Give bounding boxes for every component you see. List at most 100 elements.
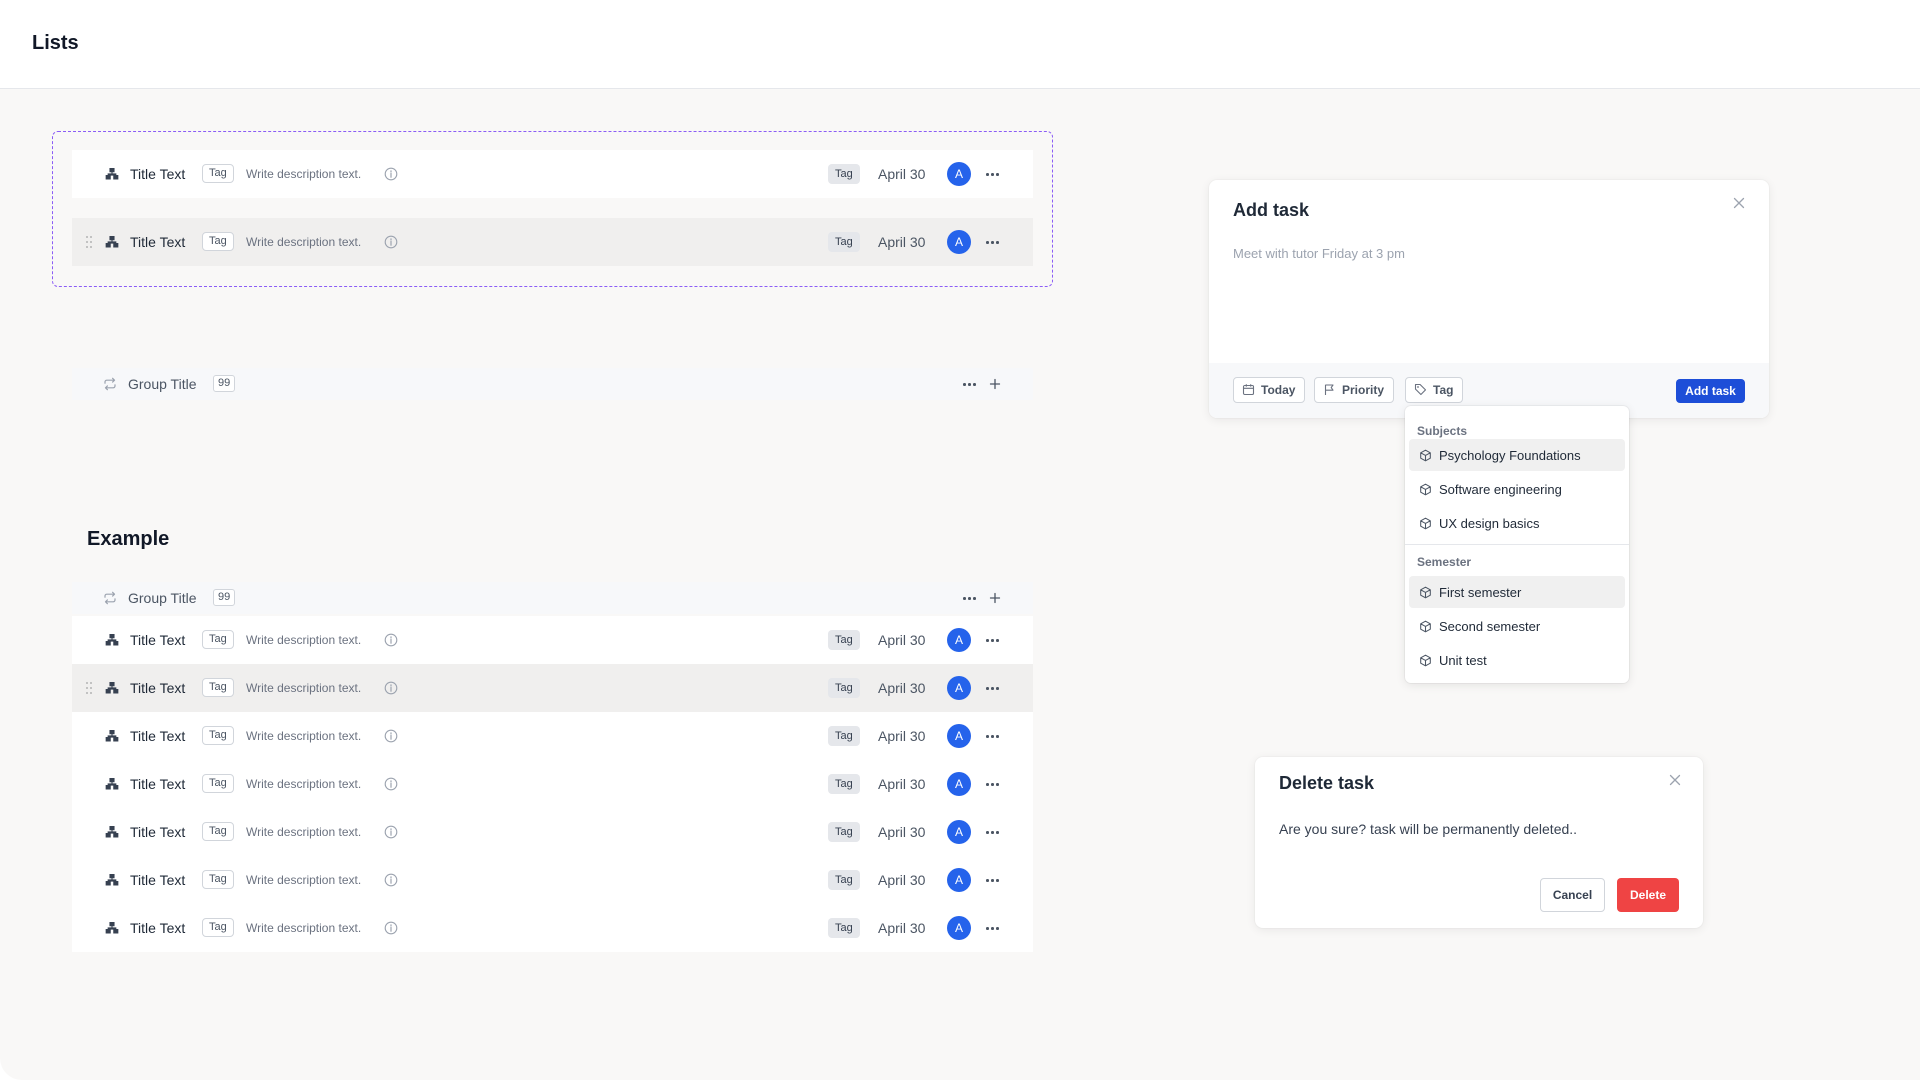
row-badge[interactable]: Tag [828, 232, 860, 252]
info-icon[interactable] [384, 167, 398, 181]
row-description: Write description text. [246, 921, 362, 935]
info-icon[interactable] [384, 921, 398, 935]
row-badge[interactable]: Tag [828, 822, 860, 842]
task-name-input[interactable] [1233, 246, 1733, 261]
info-icon[interactable] [384, 825, 398, 839]
more-horizontal-icon[interactable] [986, 634, 1000, 646]
avatar[interactable]: A [947, 820, 971, 844]
row-date[interactable]: April 30 [878, 234, 925, 250]
dropdown-item[interactable]: Software engineering [1409, 473, 1625, 505]
list-row[interactable]: Title Text Tag Write description text. Tag A… [72, 664, 1033, 712]
list-row[interactable]: Title Text Tag Write description text. Tag A… [72, 856, 1033, 904]
row-tag[interactable]: Tag [202, 630, 234, 649]
drag-handle[interactable] [86, 236, 92, 248]
add-task-button[interactable]: Add task [1676, 379, 1745, 403]
more-horizontal-icon[interactable] [986, 874, 1000, 886]
dropdown-item[interactable]: UX design basics [1409, 507, 1625, 539]
row-badge[interactable]: Tag [828, 726, 860, 746]
info-icon[interactable] [384, 729, 398, 743]
group-header[interactable]: Group Title 99 [72, 582, 1033, 614]
row-badge[interactable]: Tag [828, 918, 860, 938]
row-title: Title Text [130, 824, 186, 840]
priority-chip[interactable]: Priority [1314, 377, 1395, 403]
list-row[interactable]: Title Text Tag Write description text. Tag A… [72, 150, 1033, 198]
hierarchy-icon [105, 633, 119, 647]
more-horizontal-icon[interactable] [986, 922, 1000, 934]
dropdown-item-label: Second semester [1439, 619, 1541, 634]
row-description: Write description text. [246, 777, 362, 791]
more-horizontal-icon[interactable] [986, 682, 1000, 694]
row-badge[interactable]: Tag [828, 164, 860, 184]
avatar[interactable]: A [947, 628, 971, 652]
close-icon[interactable] [1732, 196, 1746, 210]
avatar[interactable]: A [947, 916, 971, 940]
cancel-button[interactable]: Cancel [1540, 878, 1605, 912]
row-tag[interactable]: Tag [202, 678, 234, 697]
info-icon[interactable] [384, 873, 398, 887]
avatar[interactable]: A [947, 868, 971, 892]
row-badge[interactable]: Tag [828, 774, 860, 794]
list-row[interactable]: Title Text Tag Write description text. Tag A… [72, 712, 1033, 760]
row-badge[interactable]: Tag [828, 630, 860, 650]
info-icon[interactable] [384, 235, 398, 249]
list-row[interactable]: Title Text Tag Write description text. Tag A… [72, 218, 1033, 266]
delete-task-modal: Delete task Are you sure? task will be p… [1255, 757, 1703, 928]
row-date[interactable]: April 30 [878, 920, 925, 936]
list-row[interactable]: Title Text Tag Write description text. Tag A… [72, 904, 1033, 952]
list-row[interactable]: Title Text Tag Write description text. Tag A… [72, 616, 1033, 664]
row-tag[interactable]: Tag [202, 232, 234, 251]
add-task-modal: Add task Today Priority Tag Add task [1209, 180, 1769, 418]
info-icon[interactable] [384, 681, 398, 695]
more-horizontal-icon[interactable] [986, 826, 1000, 838]
row-description: Write description text. [246, 633, 362, 647]
cube-icon [1419, 449, 1432, 462]
delete-button[interactable]: Delete [1617, 878, 1679, 912]
dropdown-item-label: First semester [1439, 585, 1522, 600]
row-tag[interactable]: Tag [202, 774, 234, 793]
today-chip[interactable]: Today [1233, 377, 1306, 403]
row-date[interactable]: April 30 [878, 872, 925, 888]
priority-chip-label: Priority [1342, 383, 1385, 397]
avatar[interactable]: A [947, 230, 971, 254]
row-date[interactable]: April 30 [878, 776, 925, 792]
list-row[interactable]: Title Text Tag Write description text. Tag A… [72, 808, 1033, 856]
row-date[interactable]: April 30 [878, 166, 925, 182]
row-badge[interactable]: Tag [828, 678, 860, 698]
group-header[interactable]: Group Title 99 [72, 368, 1033, 400]
row-date[interactable]: April 30 [878, 680, 925, 696]
info-icon[interactable] [384, 777, 398, 791]
list-row[interactable]: Title Text Tag Write description text. Tag A… [72, 760, 1033, 808]
cube-icon [1419, 586, 1432, 599]
row-tag[interactable]: Tag [202, 822, 234, 841]
row-tag[interactable]: Tag [202, 870, 234, 889]
dropdown-item[interactable]: First semester [1409, 576, 1625, 608]
tag-chip[interactable]: Tag [1405, 377, 1464, 403]
more-horizontal-icon[interactable] [986, 730, 1000, 742]
row-tag[interactable]: Tag [202, 918, 234, 937]
row-date[interactable]: April 30 [878, 824, 925, 840]
dropdown-item[interactable]: Second semester [1409, 610, 1625, 642]
avatar[interactable]: A [947, 724, 971, 748]
more-horizontal-icon[interactable] [986, 778, 1000, 790]
plus-icon[interactable] [988, 377, 1002, 391]
row-tag[interactable]: Tag [202, 726, 234, 745]
dropdown-item[interactable]: Psychology Foundations [1409, 439, 1625, 471]
close-icon[interactable] [1668, 773, 1682, 787]
plus-icon[interactable] [988, 591, 1002, 605]
dropdown-item[interactable]: Unit test [1409, 644, 1625, 676]
delete-message: Are you sure? task will be permanently d… [1279, 821, 1578, 837]
group-count: 99 [213, 375, 236, 392]
avatar[interactable]: A [947, 772, 971, 796]
more-horizontal-icon[interactable] [963, 378, 977, 390]
more-horizontal-icon[interactable] [986, 168, 1000, 180]
drag-handle[interactable] [86, 682, 92, 694]
info-icon[interactable] [384, 633, 398, 647]
more-horizontal-icon[interactable] [986, 236, 1000, 248]
row-date[interactable]: April 30 [878, 632, 925, 648]
row-badge[interactable]: Tag [828, 870, 860, 890]
row-date[interactable]: April 30 [878, 728, 925, 744]
row-tag[interactable]: Tag [202, 164, 234, 183]
avatar[interactable]: A [947, 162, 971, 186]
more-horizontal-icon[interactable] [963, 592, 977, 604]
avatar[interactable]: A [947, 676, 971, 700]
